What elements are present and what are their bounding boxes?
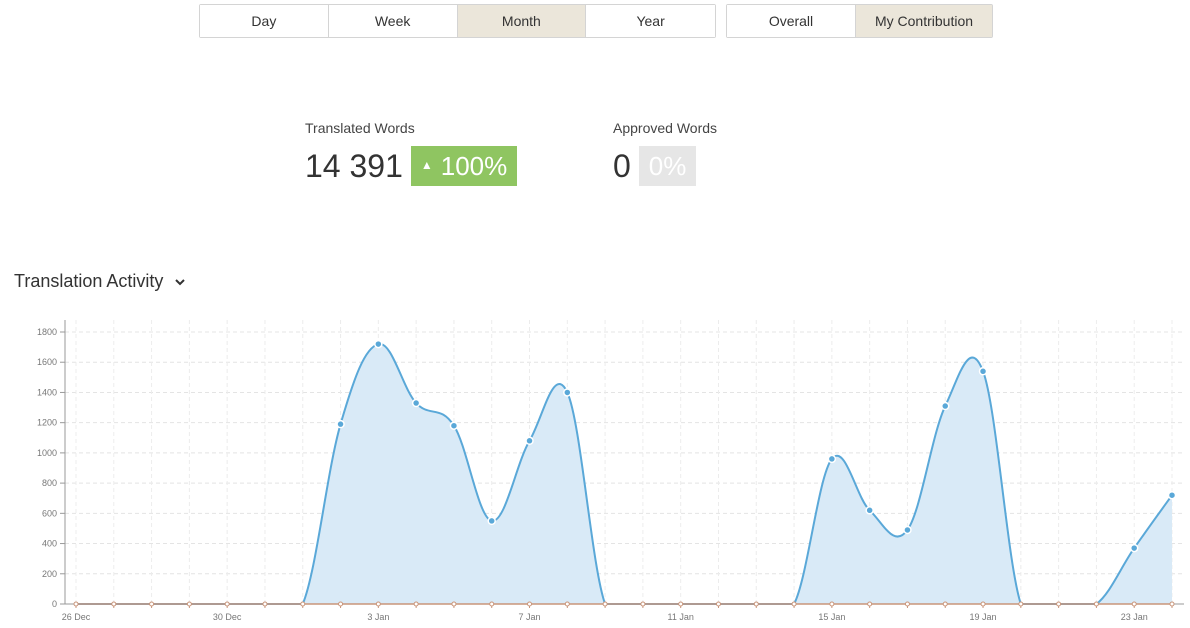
baseline-point	[73, 601, 79, 607]
baseline-point	[375, 601, 381, 607]
baseline-point	[338, 601, 344, 607]
chevron-down-icon	[175, 278, 186, 285]
baseline-point	[715, 601, 721, 607]
baseline-point	[1093, 601, 1099, 607]
tab-year[interactable]: Year	[586, 5, 715, 37]
baseline-point	[867, 601, 873, 607]
baseline-point	[791, 601, 797, 607]
approved-words-label: Approved Words	[613, 120, 718, 136]
data-point	[449, 421, 459, 430]
data-point	[487, 516, 496, 526]
y-tick-label: 200	[42, 569, 57, 579]
data-point	[563, 388, 572, 397]
x-tick-label: 23 Jan	[1121, 612, 1148, 622]
data-point	[374, 339, 383, 349]
data-point	[336, 419, 345, 429]
translated-words-value: 14 391	[305, 147, 403, 184]
data-point	[903, 525, 912, 535]
triangle-up-icon: ▲	[420, 158, 433, 173]
section-title: Translation Activity	[14, 271, 164, 291]
baseline-point	[1018, 601, 1024, 607]
baseline-point	[564, 601, 570, 607]
y-tick-label: 800	[42, 478, 57, 488]
x-tick-label: 26 Dec	[62, 612, 91, 622]
baseline-point	[224, 601, 230, 607]
baseline-point	[527, 601, 533, 607]
scope-selector: Overall My Contribution	[726, 4, 993, 38]
baseline-point	[678, 601, 684, 607]
data-point	[1129, 543, 1139, 553]
translated-change-value: 100%	[440, 151, 508, 181]
y-tick-label: 0	[52, 599, 57, 609]
baseline-point	[1169, 601, 1175, 607]
translation-activity-chart: 0 200 400 600 800 1000 1200 1400 1600 1800 26 Dec 3…	[37, 320, 1184, 622]
baseline-point	[489, 601, 495, 607]
baseline-point	[262, 601, 268, 607]
y-tick-label: 1800	[37, 327, 57, 337]
data-point	[1167, 490, 1177, 500]
approved-change-badge: 0%	[638, 146, 697, 186]
y-tick-label: 1200	[37, 418, 57, 428]
baseline-point	[753, 601, 759, 607]
baseline-point	[111, 601, 117, 607]
tab-week[interactable]: Week	[328, 5, 458, 37]
data-point	[978, 367, 988, 376]
baseline-point	[829, 601, 835, 607]
baseline-point	[640, 601, 646, 607]
baseline-point	[904, 601, 910, 607]
y-tick-label: 1600	[37, 357, 57, 367]
tab-overall[interactable]: Overall	[727, 5, 856, 37]
data-point	[411, 398, 421, 408]
approved-words-stat: Approved Words 0 0%	[613, 120, 717, 186]
baseline-point	[186, 601, 192, 607]
baseline-point	[451, 601, 457, 607]
baseline-point	[1131, 601, 1137, 607]
baseline-point	[300, 601, 306, 607]
data-point	[827, 454, 837, 464]
baseline-point	[413, 601, 419, 607]
baseline-point	[149, 601, 155, 607]
x-tick-label: 15 Jan	[818, 612, 845, 622]
tab-day[interactable]: Day	[200, 5, 329, 37]
series-area	[76, 343, 1172, 604]
data-point	[525, 436, 534, 446]
baseline-point	[602, 601, 608, 607]
x-tick-label: 3 Jan	[367, 612, 389, 622]
baseline-point	[942, 601, 948, 607]
translated-change-badge: ▲ 100%	[410, 146, 518, 186]
x-tick-label: 30 Dec	[213, 612, 242, 622]
y-tick-label: 600	[42, 508, 57, 518]
y-tick-label: 1400	[37, 387, 57, 397]
tab-month[interactable]: Month	[457, 5, 587, 37]
x-tick-label: 7 Jan	[519, 612, 541, 622]
y-tick-label: 400	[42, 539, 57, 549]
data-point	[865, 506, 874, 515]
approved-words-value: 0	[613, 147, 631, 184]
translation-activity-toggle[interactable]: Translation Activity	[14, 271, 187, 292]
y-tick-label: 1000	[37, 448, 57, 458]
translated-words-label: Translated Words	[305, 120, 415, 136]
x-tick-label: 19 Jan	[970, 612, 997, 622]
x-tick-label: 11 Jan	[668, 612, 694, 622]
tab-my-contribution[interactable]: My Contribution	[856, 5, 992, 37]
translated-words-stat: Translated Words 14 391 ▲ 100%	[305, 120, 518, 186]
data-point	[940, 401, 950, 411]
period-selector: Day Week Month Year	[199, 4, 716, 38]
baseline-point	[980, 601, 986, 607]
baseline-point	[1056, 601, 1062, 607]
